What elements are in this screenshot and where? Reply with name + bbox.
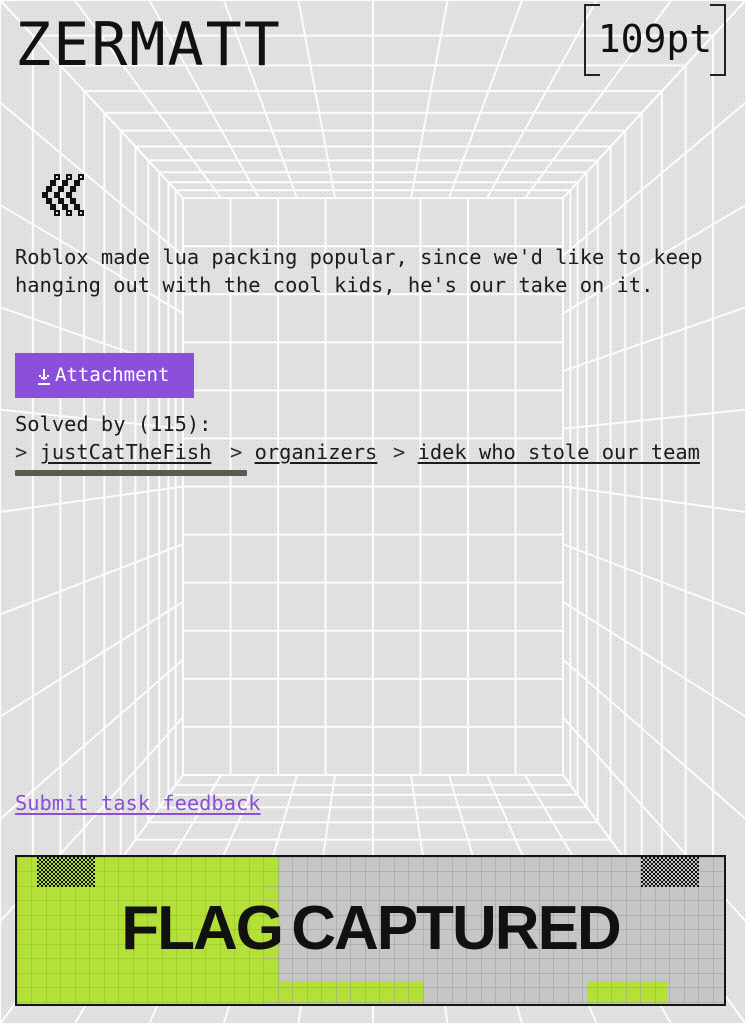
solver-item[interactable]: > organizers (230, 438, 377, 466)
solver-link[interactable]: idek who stole our team (418, 440, 700, 464)
points-value: 109pt (597, 17, 713, 61)
flag-captured-text: FLAG CAPTURED (121, 894, 621, 963)
chevron-right-icon: > (230, 440, 243, 464)
flag-captured-banner: FLAG CAPTURED (15, 855, 726, 1006)
chevron-right-icon: > (15, 440, 28, 464)
dither-block-icon (37, 857, 95, 887)
dither-block-icon (641, 857, 699, 887)
double-chevron-left-icon (42, 174, 84, 216)
solver-item[interactable]: > justCatTheFish (15, 438, 211, 466)
solvers-scrollbar[interactable] (15, 470, 247, 476)
challenge-description: Roblox made lua packing popular, since w… (15, 245, 703, 297)
submit-feedback-link[interactable]: Submit task feedback (15, 789, 261, 817)
page-title: ZERMATT (15, 10, 282, 80)
download-icon (38, 369, 50, 385)
solved-by-label: Solved by (115): (15, 412, 212, 436)
chevron-right-icon: > (393, 440, 406, 464)
solver-link[interactable]: justCatTheFish (40, 440, 212, 464)
solvers-list[interactable]: > justCatTheFish > organizers > idek who… (15, 438, 731, 468)
solver-item[interactable]: > idek who stole our team (393, 438, 700, 466)
attachment-label: Attachment (55, 364, 170, 386)
attachment-button[interactable]: Attachment (15, 353, 194, 398)
solver-link[interactable]: organizers (255, 440, 378, 464)
back-button[interactable] (38, 172, 92, 218)
points-badge: 109pt (584, 4, 726, 76)
